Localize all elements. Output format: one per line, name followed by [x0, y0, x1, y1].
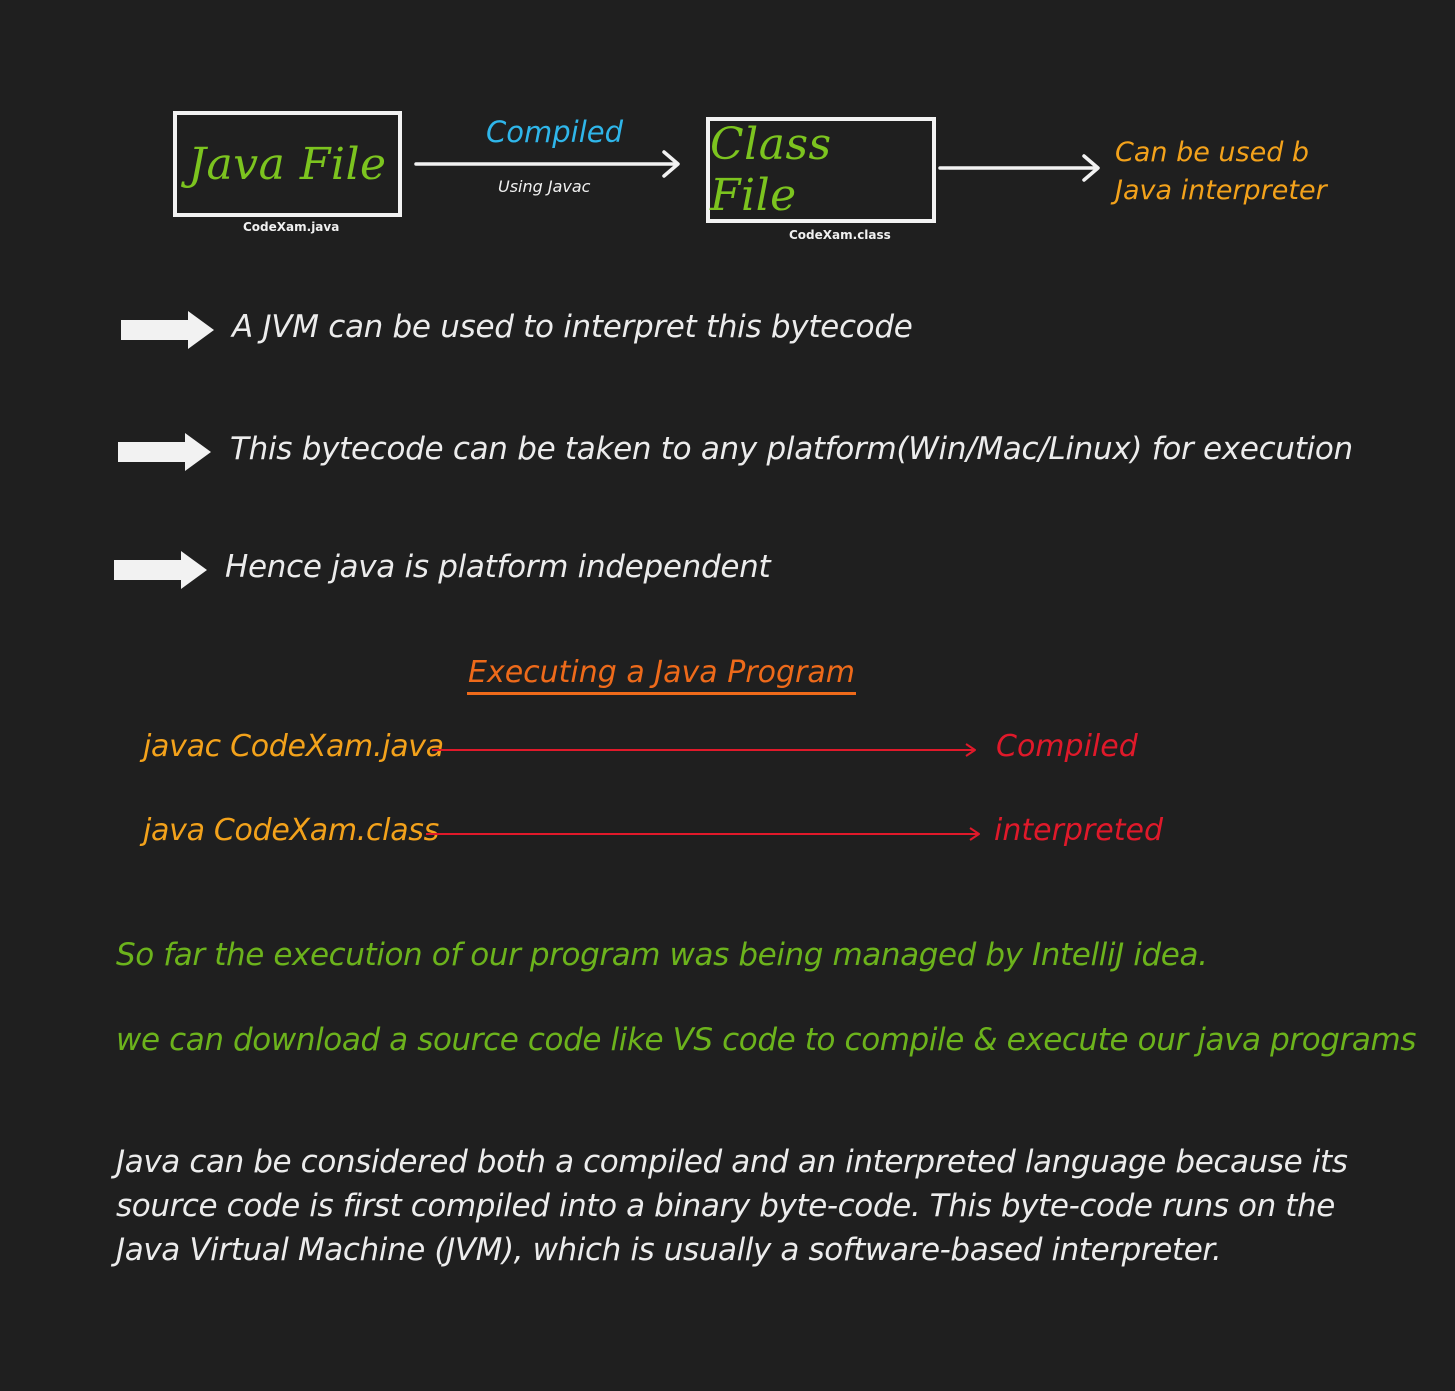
interpreter-note: Can be used b Java interpreter — [1115, 134, 1327, 210]
java-file-label: Java File — [188, 138, 387, 190]
compile-arrow-icon — [414, 150, 680, 178]
result-interpreted: interpreted — [994, 813, 1163, 848]
bullet-independent: Hence java is platform independent — [225, 549, 771, 585]
class-file-box: Class File — [706, 117, 936, 223]
paragraph-line-2: source code is first compiled into a bin… — [116, 1188, 1335, 1224]
command-javac: javac CodeXam.java — [143, 729, 444, 764]
section-title-underline — [467, 692, 856, 695]
java-explanation-paragraph: Java can be considered both a compiled a… — [116, 1140, 1348, 1272]
interpreter-note-line-2: Java interpreter — [1115, 175, 1327, 206]
compile-result-arrow-icon — [432, 743, 976, 757]
paragraph-line-3: Java Virtual Machine (JVM), which is usu… — [116, 1232, 1222, 1268]
paragraph-line-1: Java can be considered both a compiled a… — [116, 1144, 1348, 1180]
note-intellij: So far the execution of our program was … — [116, 937, 1208, 973]
java-file-caption: CodeXam.java — [243, 220, 340, 234]
block-arrow-icon — [121, 311, 214, 349]
interpret-result-arrow-icon — [426, 827, 980, 841]
class-file-caption: CodeXam.class — [789, 228, 891, 242]
using-javac-label: Using Javac — [498, 177, 591, 196]
section-title: Executing a Java Program — [468, 655, 855, 690]
result-compiled: Compiled — [996, 729, 1138, 764]
class-file-label: Class File — [710, 119, 832, 221]
java-file-box: Java File — [173, 111, 402, 217]
interpreter-arrow-icon — [938, 154, 1100, 182]
command-java: java CodeXam.class — [143, 813, 439, 848]
bullet-jvm: A JVM can be used to interpret this byte… — [232, 309, 913, 345]
block-arrow-icon — [114, 551, 207, 589]
note-vscode: we can download a source code like VS co… — [116, 1022, 1417, 1058]
compiled-arrow-label: Compiled — [486, 115, 624, 149]
interpreter-note-line-1: Can be used b — [1115, 137, 1310, 168]
block-arrow-icon — [118, 433, 211, 471]
bullet-platform: This bytecode can be taken to any platfo… — [230, 431, 1353, 467]
